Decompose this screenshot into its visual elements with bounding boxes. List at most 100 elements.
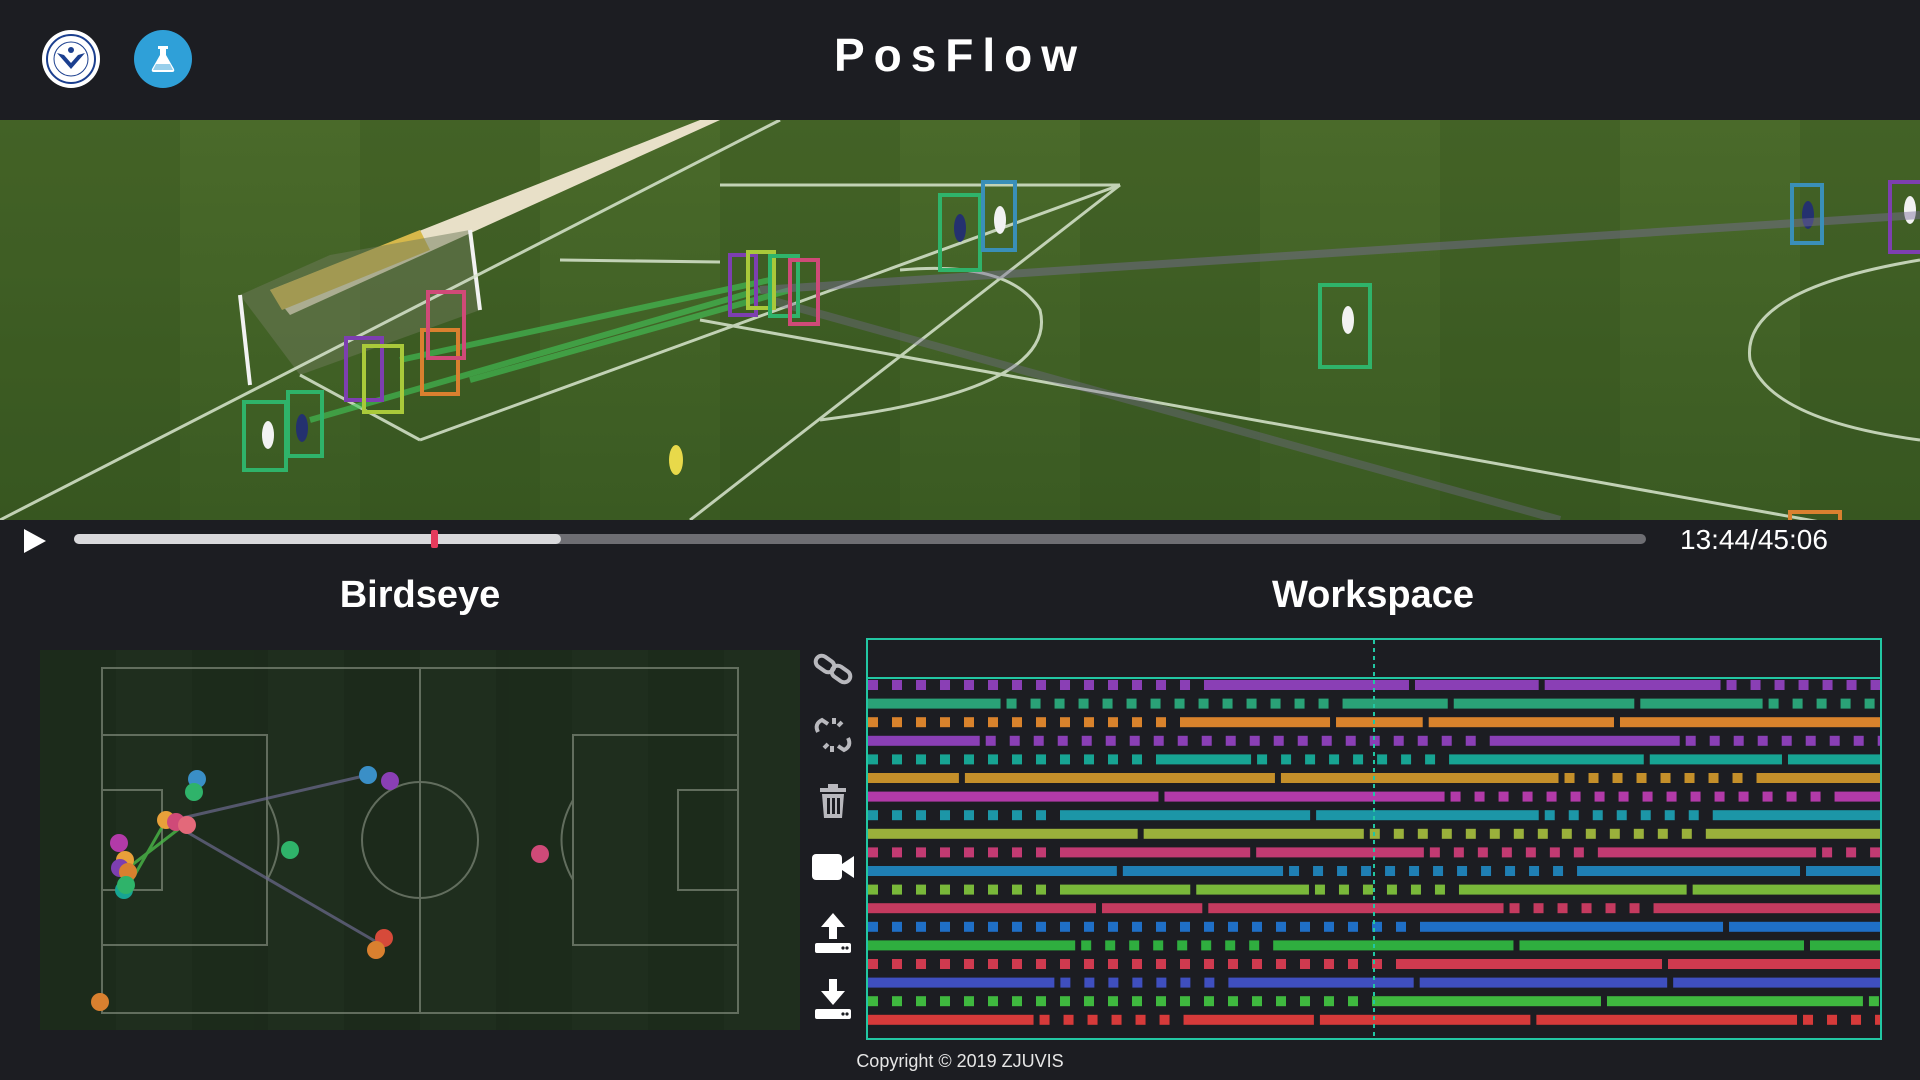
track-segment bbox=[1135, 1014, 1146, 1025]
track-segment bbox=[1324, 996, 1334, 1007]
track-segment bbox=[1039, 1014, 1050, 1025]
track-segment bbox=[1336, 717, 1423, 728]
track-segment bbox=[1338, 884, 1349, 895]
track-segment bbox=[1297, 735, 1308, 746]
track-segment bbox=[1060, 996, 1070, 1007]
track-segment bbox=[1653, 903, 1880, 914]
track-segment bbox=[985, 735, 996, 746]
track-segment bbox=[1036, 754, 1046, 765]
track-segment bbox=[988, 996, 998, 1007]
track-segment bbox=[916, 996, 926, 1007]
track-segment bbox=[868, 866, 1117, 876]
video-frame[interactable] bbox=[0, 120, 1920, 520]
track-segment bbox=[988, 959, 998, 969]
track-segment bbox=[988, 717, 998, 728]
track-segment bbox=[988, 921, 998, 932]
track-segment bbox=[1557, 903, 1568, 914]
track-segment bbox=[1126, 698, 1137, 709]
track-segment bbox=[1201, 735, 1212, 746]
track-segment bbox=[1084, 977, 1095, 988]
track-segment bbox=[1180, 680, 1190, 690]
track-segment bbox=[1450, 791, 1461, 802]
track-segment bbox=[1313, 866, 1324, 876]
track-segment bbox=[892, 959, 902, 969]
track-segment bbox=[988, 754, 998, 765]
download-icon[interactable] bbox=[809, 975, 857, 1023]
track-segment bbox=[1636, 773, 1647, 783]
track-segment bbox=[1276, 959, 1286, 969]
track-segment bbox=[1318, 698, 1329, 709]
track-segment bbox=[1666, 791, 1677, 802]
track-segment bbox=[1060, 717, 1070, 728]
video-camera-icon[interactable] bbox=[809, 843, 857, 891]
track-segment bbox=[1280, 773, 1559, 783]
track-segment bbox=[1348, 921, 1358, 932]
track-segment bbox=[1853, 735, 1864, 746]
track-segment bbox=[1792, 698, 1803, 709]
track-segment bbox=[892, 996, 902, 1007]
link-icon[interactable] bbox=[809, 645, 857, 693]
unlink-icon[interactable] bbox=[809, 711, 857, 759]
track-segment bbox=[1361, 866, 1372, 876]
playhead-handle[interactable] bbox=[430, 530, 438, 548]
upload-icon[interactable] bbox=[809, 909, 857, 957]
track-segment bbox=[940, 810, 950, 821]
track-segment bbox=[1522, 791, 1533, 802]
track-segment bbox=[1246, 698, 1257, 709]
track-segment bbox=[868, 977, 1055, 988]
track-segment bbox=[1180, 921, 1190, 932]
track-segment bbox=[1036, 996, 1046, 1007]
track-segment bbox=[1153, 735, 1164, 746]
track-segment bbox=[1465, 735, 1476, 746]
track-segment bbox=[1204, 921, 1214, 932]
track-segment bbox=[1314, 884, 1325, 895]
track-segment bbox=[1300, 921, 1310, 932]
track-segment bbox=[1386, 884, 1397, 895]
track-segment bbox=[892, 884, 902, 895]
track-segment bbox=[1177, 940, 1188, 951]
play-icon[interactable] bbox=[20, 526, 50, 556]
track-segment bbox=[1156, 717, 1166, 728]
trash-icon[interactable] bbox=[809, 777, 857, 825]
track-segment bbox=[1733, 735, 1744, 746]
track-segment bbox=[1657, 828, 1668, 839]
track-segment bbox=[1709, 735, 1720, 746]
track-segment bbox=[1273, 735, 1284, 746]
track-segment bbox=[1180, 959, 1190, 969]
track-segment bbox=[1410, 884, 1421, 895]
track-segment bbox=[1393, 735, 1404, 746]
track-segment bbox=[1060, 847, 1251, 858]
track-segment bbox=[1498, 791, 1509, 802]
track-segment bbox=[868, 959, 878, 969]
workspace-title: Workspace bbox=[1271, 574, 1475, 616]
track-segment bbox=[1393, 828, 1404, 839]
track-segment bbox=[964, 921, 974, 932]
track-segment bbox=[1150, 698, 1161, 709]
workspace-timeline[interactable] bbox=[866, 638, 1888, 1040]
seek-bar[interactable] bbox=[74, 530, 1646, 548]
track-segment bbox=[1597, 847, 1817, 858]
track-segment bbox=[1108, 717, 1118, 728]
track-segment bbox=[1174, 698, 1185, 709]
track-segment bbox=[1153, 940, 1164, 951]
track-segment bbox=[1132, 680, 1142, 690]
track-segment bbox=[892, 810, 902, 821]
track-segment bbox=[916, 717, 926, 728]
track-segment bbox=[1329, 754, 1340, 765]
track-segment bbox=[964, 717, 974, 728]
track-segment bbox=[1606, 996, 1863, 1007]
track-segment bbox=[1774, 680, 1785, 690]
track-segment bbox=[1129, 940, 1140, 951]
track-segment bbox=[1640, 698, 1763, 709]
track-segment bbox=[1102, 698, 1113, 709]
birdseye-pitch[interactable] bbox=[40, 650, 800, 1030]
track-segment bbox=[1294, 698, 1305, 709]
track-segment bbox=[1143, 828, 1364, 839]
buffered-progress bbox=[74, 534, 562, 544]
track-segment bbox=[1081, 940, 1092, 951]
track-segment bbox=[868, 828, 1138, 839]
track-segment bbox=[1164, 791, 1445, 802]
track-segment bbox=[964, 847, 974, 858]
track-segment bbox=[868, 773, 959, 783]
track-segment bbox=[1870, 847, 1881, 858]
